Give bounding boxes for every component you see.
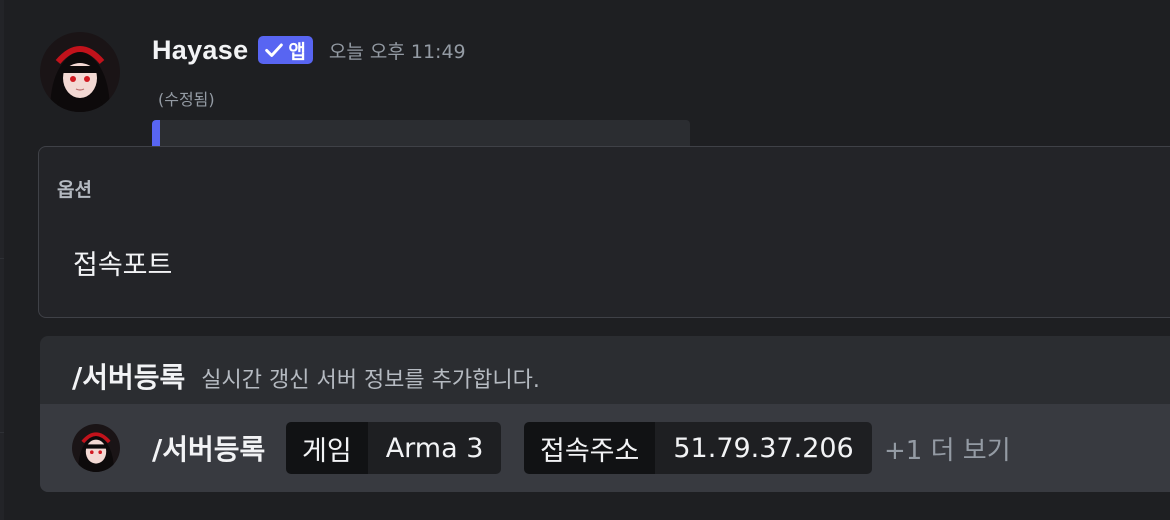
- author-avatar[interactable]: [40, 32, 120, 112]
- command-name[interactable]: /서버등록: [152, 428, 265, 468]
- show-more-options[interactable]: +1 더 보기: [884, 430, 1011, 467]
- autocomplete-option[interactable]: 접속포트: [73, 243, 172, 282]
- message-header: Hayase 앱 오늘 오후 11:49: [152, 30, 466, 70]
- command-info: /서버등록 실시간 갱신 서버 정보를 추가합니다.: [72, 356, 540, 396]
- slash-command-area: /서버등록 실시간 갱신 서버 정보를 추가합니다. /서버등록 게임 Arma…: [40, 336, 1170, 492]
- embed-preview: [160, 120, 690, 148]
- option-key: 게임: [286, 422, 368, 474]
- command-info-name: /서버등록: [72, 361, 186, 394]
- command-info-description: 실시간 갱신 서버 정보를 추가합니다.: [201, 368, 540, 393]
- divider-line: [0, 432, 4, 433]
- command-input[interactable]: /서버등록 게임 Arma 3 접속주소 51.79.37.206 +1 더 보…: [40, 404, 1170, 492]
- option-key: 접속주소: [524, 422, 656, 474]
- option-pill-game[interactable]: 게임 Arma 3: [286, 422, 502, 474]
- autocomplete-popup: 옵션 접속포트: [38, 146, 1170, 318]
- message-timestamp[interactable]: 오늘 오후 11:49: [329, 37, 466, 64]
- author-name[interactable]: Hayase: [152, 35, 248, 66]
- option-value[interactable]: Arma 3: [367, 422, 502, 474]
- verified-check-icon: [265, 43, 284, 57]
- autocomplete-header: 옵션: [57, 179, 92, 201]
- option-value[interactable]: 51.79.37.206: [655, 422, 872, 474]
- option-pill-address[interactable]: 접속주소 51.79.37.206: [524, 422, 872, 474]
- edited-label: (수정됨): [158, 90, 215, 109]
- embed-accent-bar: [152, 120, 160, 148]
- side-divider: [0, 0, 4, 520]
- divider-line: [0, 258, 4, 259]
- discord-chat-view: Hayase 앱 오늘 오후 11:49 (수정됨) 옵션 접속포트 /서버등록…: [0, 0, 1170, 520]
- app-badge: 앱: [258, 36, 313, 64]
- app-badge-label: 앱: [288, 40, 306, 63]
- app-avatar-small: [72, 424, 120, 472]
